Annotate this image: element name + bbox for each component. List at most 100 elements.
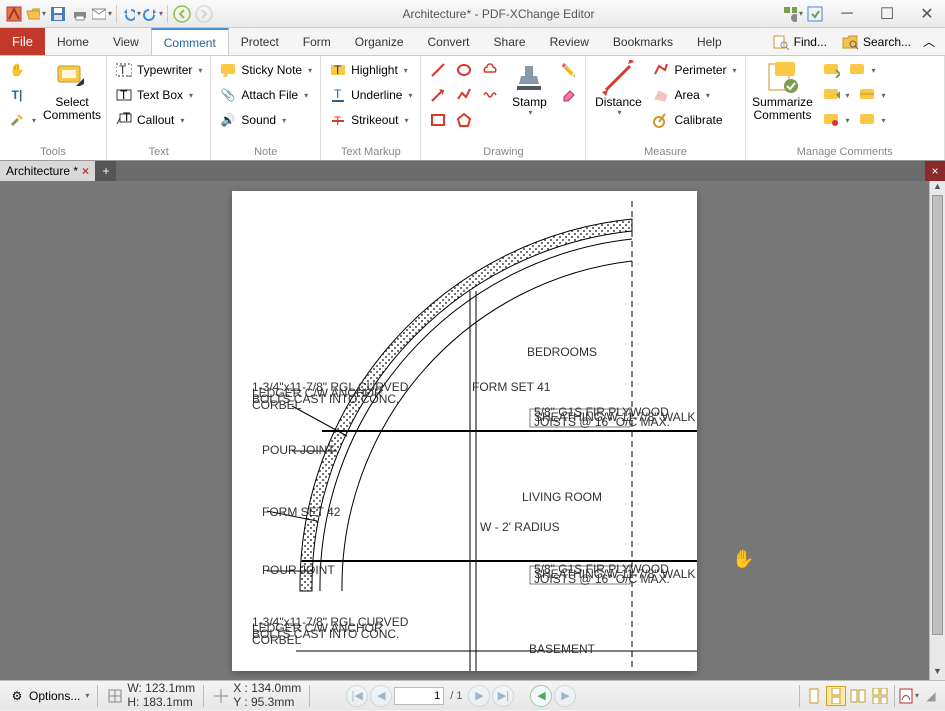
file-tab[interactable]: File (0, 28, 45, 55)
email-button[interactable]: ▾ (92, 4, 112, 24)
pencil-button[interactable]: ✏️ (555, 58, 581, 82)
nav-fwd-button[interactable] (194, 4, 214, 24)
ui-options-icon[interactable]: ▾ (783, 4, 803, 24)
highlight-button[interactable]: THighlight▾ (325, 58, 416, 82)
close-button[interactable]: ✕ (913, 4, 941, 24)
sticky-button[interactable]: Sticky Note▾ (215, 58, 316, 82)
two-continuous-button[interactable] (870, 686, 890, 706)
two-page-button[interactable] (848, 686, 868, 706)
resize-handle-icon[interactable]: ◢ (921, 686, 941, 706)
maximize-button[interactable]: ☐ (873, 4, 901, 24)
redo-button[interactable]: ▾ (143, 4, 163, 24)
flatten-button[interactable]: ▾ (854, 83, 890, 107)
rect-button[interactable] (425, 108, 451, 132)
tab-view[interactable]: View (101, 28, 151, 55)
next-page-button[interactable]: ▶ (468, 685, 490, 707)
group-markup: THighlight▾ TUnderline▾ TStrikeout▾ Text… (321, 56, 421, 160)
polygon-button[interactable] (451, 108, 477, 132)
polycloud-icon (481, 86, 499, 104)
tab-help[interactable]: Help (685, 28, 734, 55)
svg-text:POUR JOINT: POUR JOINT (262, 563, 335, 577)
history-back-button[interactable]: ◀ (530, 685, 552, 707)
doctab-close-icon[interactable]: × (82, 164, 89, 178)
export-comments-button[interactable]: ▾ (818, 83, 854, 107)
search-button[interactable]: Search... (835, 31, 917, 53)
tab-bookmarks[interactable]: Bookmarks (601, 28, 685, 55)
single-page-button[interactable] (804, 686, 824, 706)
strikeout-button[interactable]: TStrikeout▾ (325, 108, 416, 132)
tab-comment[interactable]: Comment (151, 28, 229, 55)
save-button[interactable] (48, 4, 68, 24)
y-value: Y : 95.3mm (233, 696, 301, 709)
sound-button[interactable]: 🔊Sound▾ (215, 108, 316, 132)
minimize-button[interactable]: ─ (833, 4, 861, 24)
strikeout-icon: T (329, 111, 347, 129)
underline-button[interactable]: TUnderline▾ (325, 83, 416, 107)
find-button[interactable]: Find... (766, 31, 833, 53)
polycloud-button[interactable] (477, 83, 503, 107)
tab-organize[interactable]: Organize (343, 28, 416, 55)
vertical-scrollbar[interactable]: ▲ ▼ (929, 181, 945, 680)
area-icon (652, 86, 670, 104)
continuous-button[interactable] (826, 686, 846, 706)
tab-protect[interactable]: Protect (229, 28, 291, 55)
doctabs-close-button[interactable]: × (925, 161, 945, 181)
comment-styles-button[interactable]: ▾ (818, 108, 854, 132)
comment-options-button[interactable]: ▾ (854, 108, 890, 132)
find-icon (772, 33, 790, 51)
oval-icon (455, 61, 473, 79)
select-comments-button[interactable]: Select Comments (42, 58, 102, 124)
pdf-page: BEDROOMS LIVING ROOM BASEMENT W - 2' RAD… (232, 191, 697, 671)
launch-icon[interactable] (805, 4, 825, 24)
import-comments-button[interactable] (818, 58, 844, 82)
group-note-label: Note (215, 145, 316, 160)
show-comments-button[interactable]: ▾ (844, 58, 880, 82)
typewriter-button[interactable]: T_Typewriter▾ (111, 58, 206, 82)
oval-button[interactable] (451, 58, 477, 82)
tab-review[interactable]: Review (538, 28, 601, 55)
open-button[interactable]: ▾ (26, 4, 46, 24)
pdf-format-button[interactable]: ▾ (899, 686, 919, 706)
distance-button[interactable]: Distance▾ (590, 58, 646, 120)
eraser-button[interactable] (555, 83, 581, 107)
last-page-button[interactable]: ▶| (492, 685, 514, 707)
undo-button[interactable]: ▾ (121, 4, 141, 24)
group-measure: Distance▾ Perimeter▾ Area▾ Calibrate Mea… (586, 56, 745, 160)
attach-button[interactable]: 📎Attach File▾ (215, 83, 316, 107)
scroll-up-icon[interactable]: ▲ (930, 181, 945, 195)
cloud-button[interactable] (477, 58, 503, 82)
stamp-button[interactable]: Stamp▾ (505, 58, 553, 120)
print-button[interactable] (70, 4, 90, 24)
tab-home[interactable]: Home (45, 28, 101, 55)
calibrate-button[interactable]: Calibrate (648, 108, 740, 132)
arrow-button[interactable] (425, 83, 451, 107)
tab-form[interactable]: Form (291, 28, 343, 55)
prev-page-button[interactable]: ◀ (370, 685, 392, 707)
page-input[interactable] (394, 687, 444, 705)
area-button[interactable]: Area▾ (648, 83, 740, 107)
tab-convert[interactable]: Convert (416, 28, 482, 55)
perimeter-button[interactable]: Perimeter▾ (648, 58, 740, 82)
options-button[interactable]: ⚙Options...▾ (4, 685, 93, 707)
doctab-architecture[interactable]: Architecture * × (0, 161, 96, 181)
document-tabs: Architecture * × + × (0, 161, 945, 181)
collapse-ribbon-icon[interactable]: ︿ (919, 32, 939, 52)
line-button[interactable] (425, 58, 451, 82)
hand-tool-button[interactable]: ✋ (4, 58, 40, 82)
scroll-down-icon[interactable]: ▼ (930, 666, 945, 680)
select-text-button[interactable]: T| (4, 83, 40, 107)
first-page-button[interactable]: |◀ (346, 685, 368, 707)
scroll-thumb[interactable] (932, 195, 943, 635)
polyline-button[interactable] (451, 83, 477, 107)
doctab-add-button[interactable]: + (96, 161, 116, 181)
tab-share[interactable]: Share (482, 28, 538, 55)
history-fwd-button[interactable]: ▶ (554, 685, 576, 707)
textbox-button[interactable]: TText Box▾ (111, 83, 206, 107)
search-label: Search... (863, 35, 911, 49)
app-icon[interactable] (4, 4, 24, 24)
callout-button[interactable]: TCallout▾ (111, 108, 206, 132)
nav-back-button[interactable] (172, 4, 192, 24)
misc-tool-button[interactable]: ▾ (4, 108, 40, 132)
summarize-button[interactable]: Summarize Comments (750, 58, 816, 124)
document-viewport[interactable]: BEDROOMS LIVING ROOM BASEMENT W - 2' RAD… (0, 181, 945, 680)
